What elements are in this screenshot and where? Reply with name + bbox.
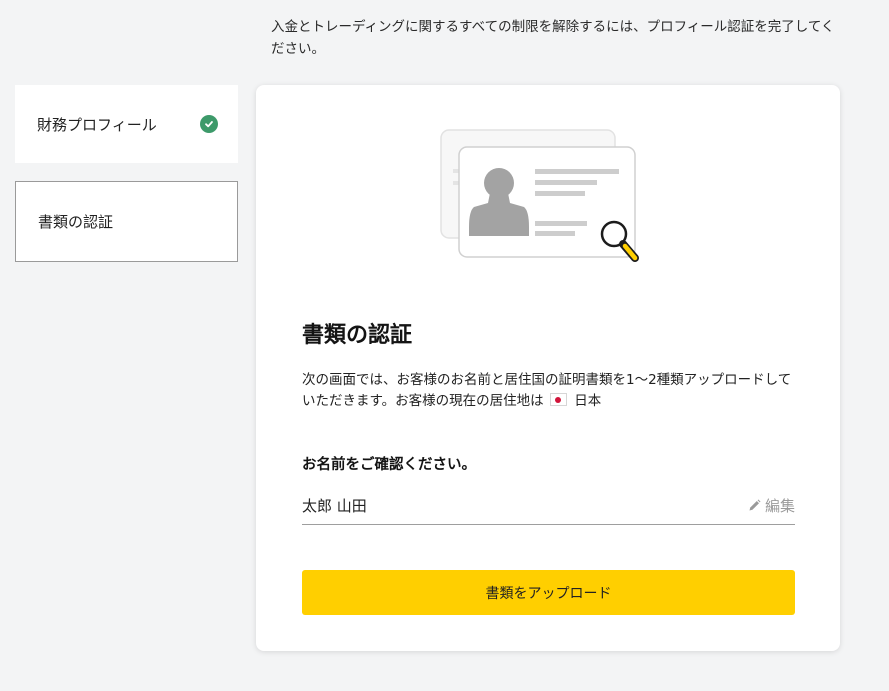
japan-flag-icon [549,393,567,406]
id-card-illustration [440,129,639,262]
card-description: 次の画面では、お客様のお名前と居住国の証明書類を1〜2種類アップロードしていただ… [302,370,802,412]
sidebar-item-document-verification[interactable]: 書類の認証 [15,181,238,262]
country-name: 日本 [574,393,602,409]
pencil-icon [749,499,761,511]
upload-documents-button[interactable]: 書類をアップロード [302,570,795,615]
edit-name-button[interactable]: 編集 [748,495,795,516]
sidebar-item-label: 財務プロフィール [37,115,157,134]
verification-card: 書類の認証 次の画面では、お客様のお名前と居住国の証明書類を1〜2種類アップロー… [256,85,840,651]
name-value: 太郎 山田 [302,497,367,515]
name-field: 太郎 山田 編集 [302,495,795,525]
intro-text: 入金とトレーディングに関するすべての制限を解除するには、プロフィール認証を完了し… [271,19,835,57]
description-text: 次の画面では、お客様のお名前と居住国の証明書類を1〜2種類アップロードしていただ… [302,372,792,409]
sidebar-item-label: 書類の認証 [38,213,114,231]
name-confirm-label: お名前をご確認ください。 [302,457,476,473]
sidebar-item-financial-profile[interactable]: 財務プロフィール [15,85,238,163]
card-title: 書類の認証 [302,323,413,348]
edit-label: 編集 [764,497,795,515]
check-icon [200,115,218,133]
